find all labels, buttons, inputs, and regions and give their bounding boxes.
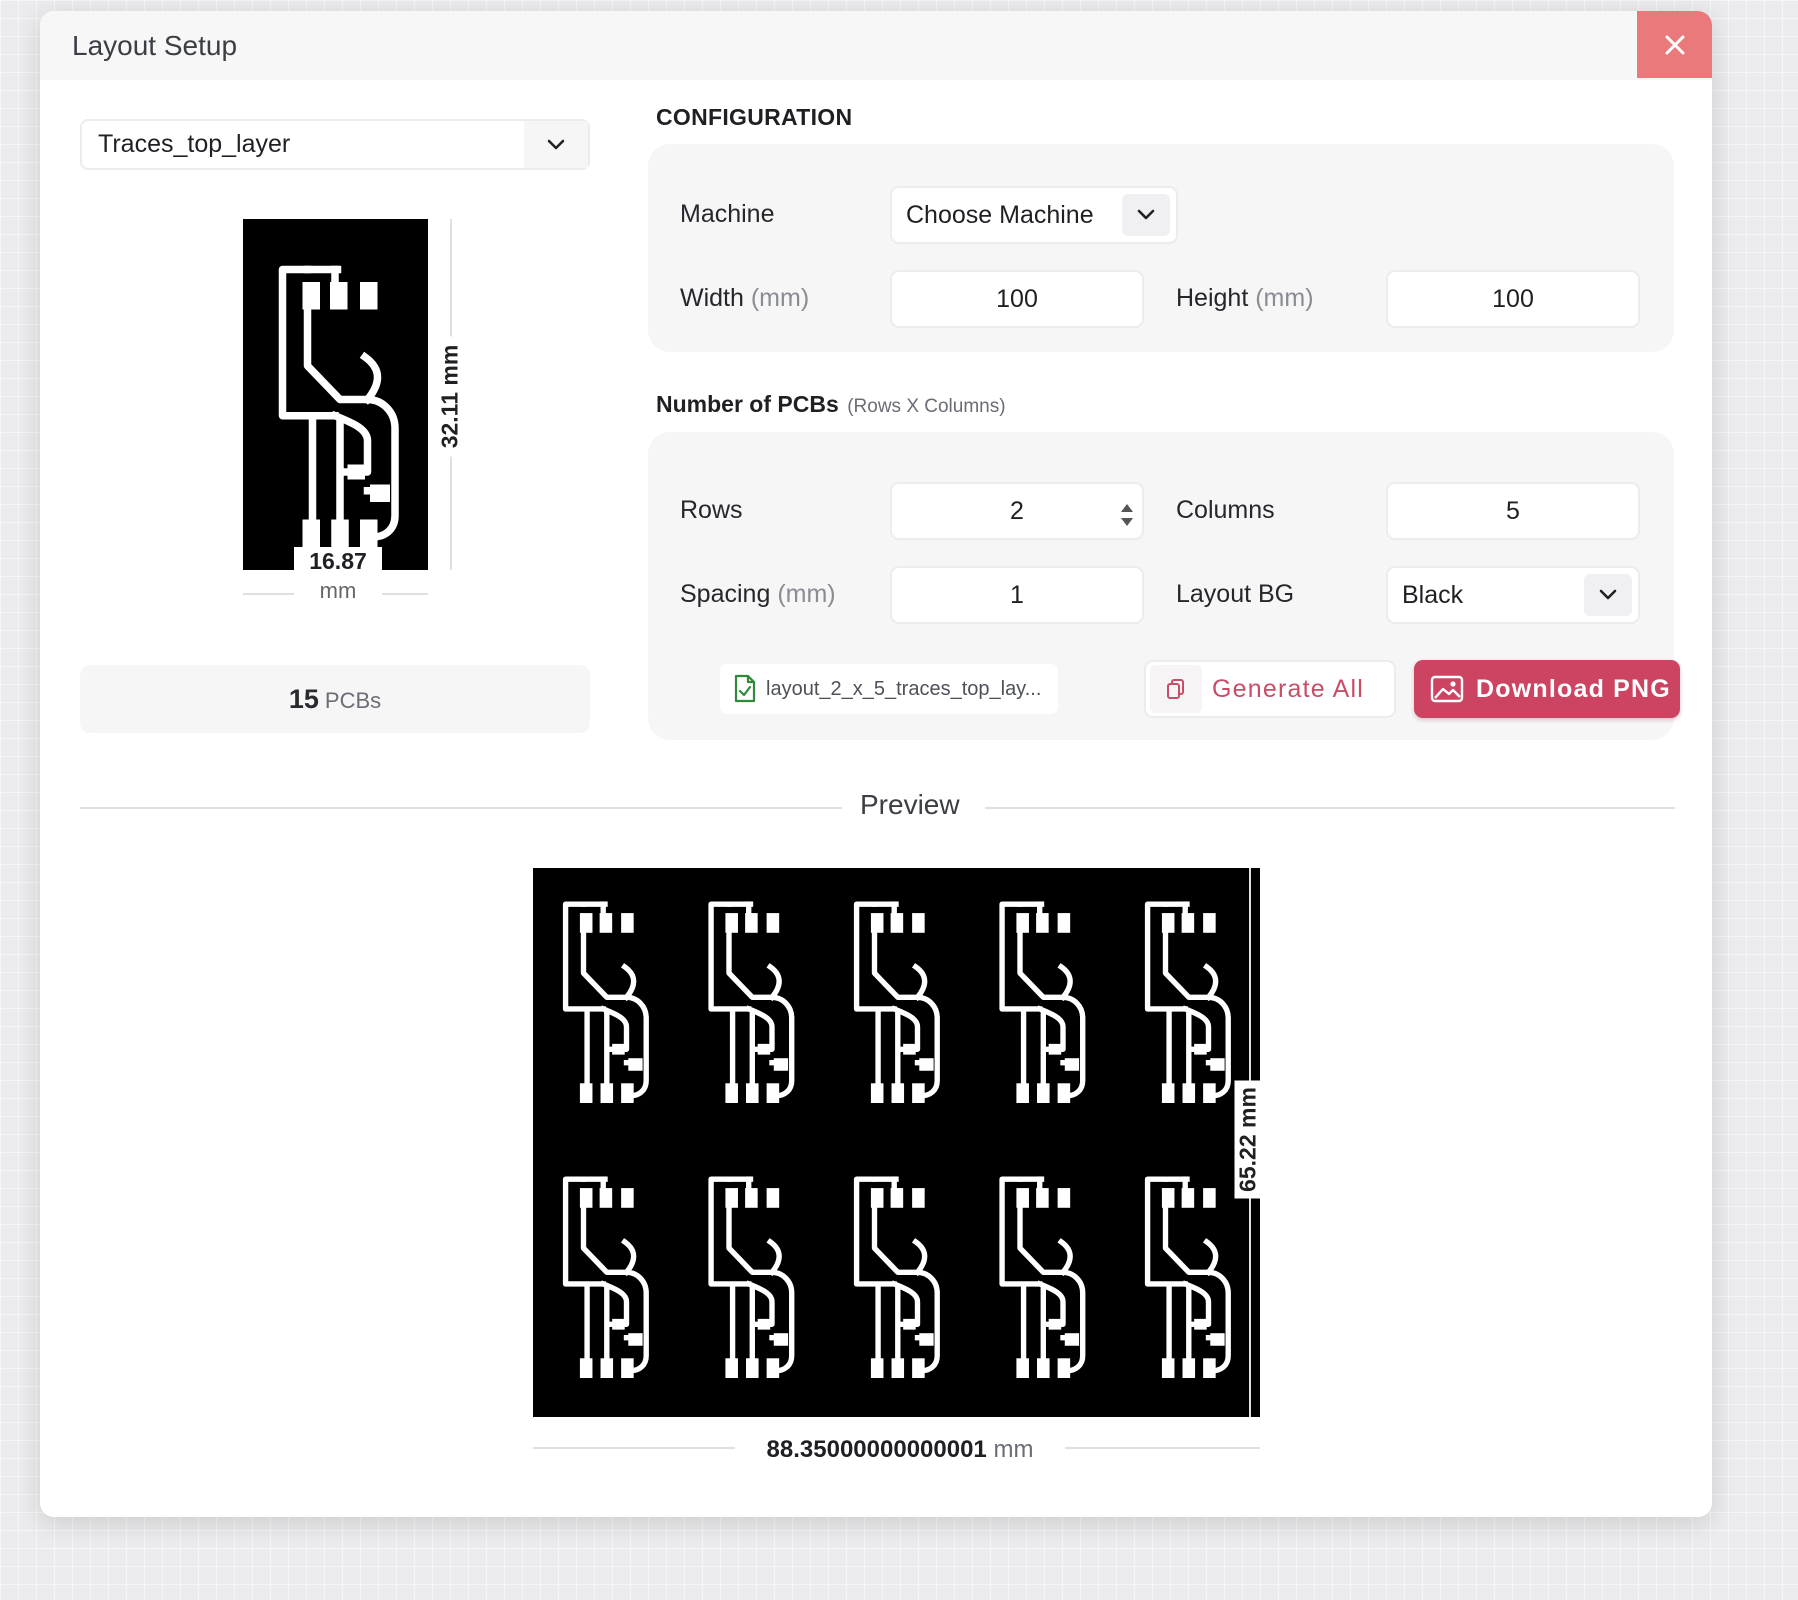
preview-heading: Preview [860,789,960,820]
single-pcb-width-value: 16.87 [294,547,382,575]
generated-file-chip[interactable]: layout_2_x_5_traces_top_lay... [720,664,1058,714]
generate-all-label: Generate All [1212,674,1364,703]
configuration-panel: Machine Choose Machine Width (mm) 100 He… [648,144,1674,352]
preview-pcb-tile [711,904,792,1103]
sheet-height-label: 65.22 mm [1234,1080,1262,1199]
pcb-grid-title: Number of PCBs [656,391,839,417]
pcb-count-unit: PCBs [324,688,382,713]
generated-file-name: layout_2_x_5_traces_top_lay... [766,677,1042,700]
machine-select[interactable]: Choose Machine [890,186,1178,244]
machine-label: Machine [680,200,775,228]
preview-divider-left [80,807,842,809]
configuration-heading: CONFIGURATION [656,104,853,130]
columns-input[interactable]: 5 [1386,482,1640,540]
download-png-button[interactable]: Download PNG [1414,660,1680,718]
preview-pcb-tile [1002,1179,1083,1378]
dialog-title: Layout Setup [72,30,238,61]
image-icon [1430,675,1464,703]
single-pcb-preview [243,219,428,570]
preview-pcb-tile [1148,904,1229,1103]
chevron-down-icon[interactable] [524,121,588,168]
generate-all-button[interactable]: Generate All [1144,660,1396,718]
preview-pcb-tile [1002,904,1083,1103]
rows-input[interactable]: 2 [890,482,1144,540]
layout-setup-dialog: Layout Setup Traces_top_layer 32.11 mm 1… [40,11,1712,1517]
file-check-icon [734,674,756,703]
pcb-count-summary: 15 PCBs [80,665,590,733]
layer-select-value: Traces_top_layer [98,130,291,158]
sheet-width-label: 88.35000000000001 mm [735,1433,1065,1467]
layout-preview-image [533,868,1260,1417]
copy-icon [1150,665,1202,713]
preview-divider-right [985,807,1675,809]
layout-bg-select[interactable]: Black [1386,566,1640,624]
chevron-down-icon[interactable] [1584,574,1632,616]
preview-pcb-tile [857,1179,938,1378]
rows-value: 2 [1010,497,1024,525]
rows-stepper-icon[interactable] [1118,496,1136,528]
single-pcb-width-unit: mm [294,578,382,604]
spacing-label: Spacing (mm) [680,580,836,608]
pcb-grid-heading: Number of PCBs (Rows X Columns) [656,391,1006,418]
preview-pcb-tile [566,904,647,1103]
single-pcb-height-label: 32.11 mm [436,336,464,457]
preview-pcb-tile [857,904,938,1103]
machine-select-value: Choose Machine [906,201,1094,229]
close-icon [1665,35,1684,54]
layout-bg-value: Black [1402,581,1464,609]
rows-label: Rows [680,496,743,524]
width-input[interactable]: 100 [890,270,1144,328]
chevron-down-icon[interactable] [1122,194,1170,236]
height-label: Height (mm) [1176,284,1314,312]
layout-preview-sheet [533,868,1260,1417]
columns-label: Columns [1176,496,1275,524]
height-input[interactable]: 100 [1386,270,1640,328]
preview-pcb-tile [711,1179,792,1378]
download-png-label: Download PNG [1476,674,1671,703]
spacing-input[interactable]: 1 [890,566,1144,624]
pcb-trace-image [243,219,428,570]
width-label: Width (mm) [680,284,810,312]
layer-select[interactable]: Traces_top_layer [80,119,590,170]
preview-pcb-tile [566,1179,647,1378]
layout-bg-label: Layout BG [1176,580,1295,608]
dialog-header: Layout Setup [40,11,1712,80]
preview-pcb-tile [1148,1179,1229,1378]
pcb-count-value: 15 [288,684,319,714]
close-button[interactable] [1637,11,1712,78]
pcb-grid-subtitle: (Rows X Columns) [847,396,1006,417]
